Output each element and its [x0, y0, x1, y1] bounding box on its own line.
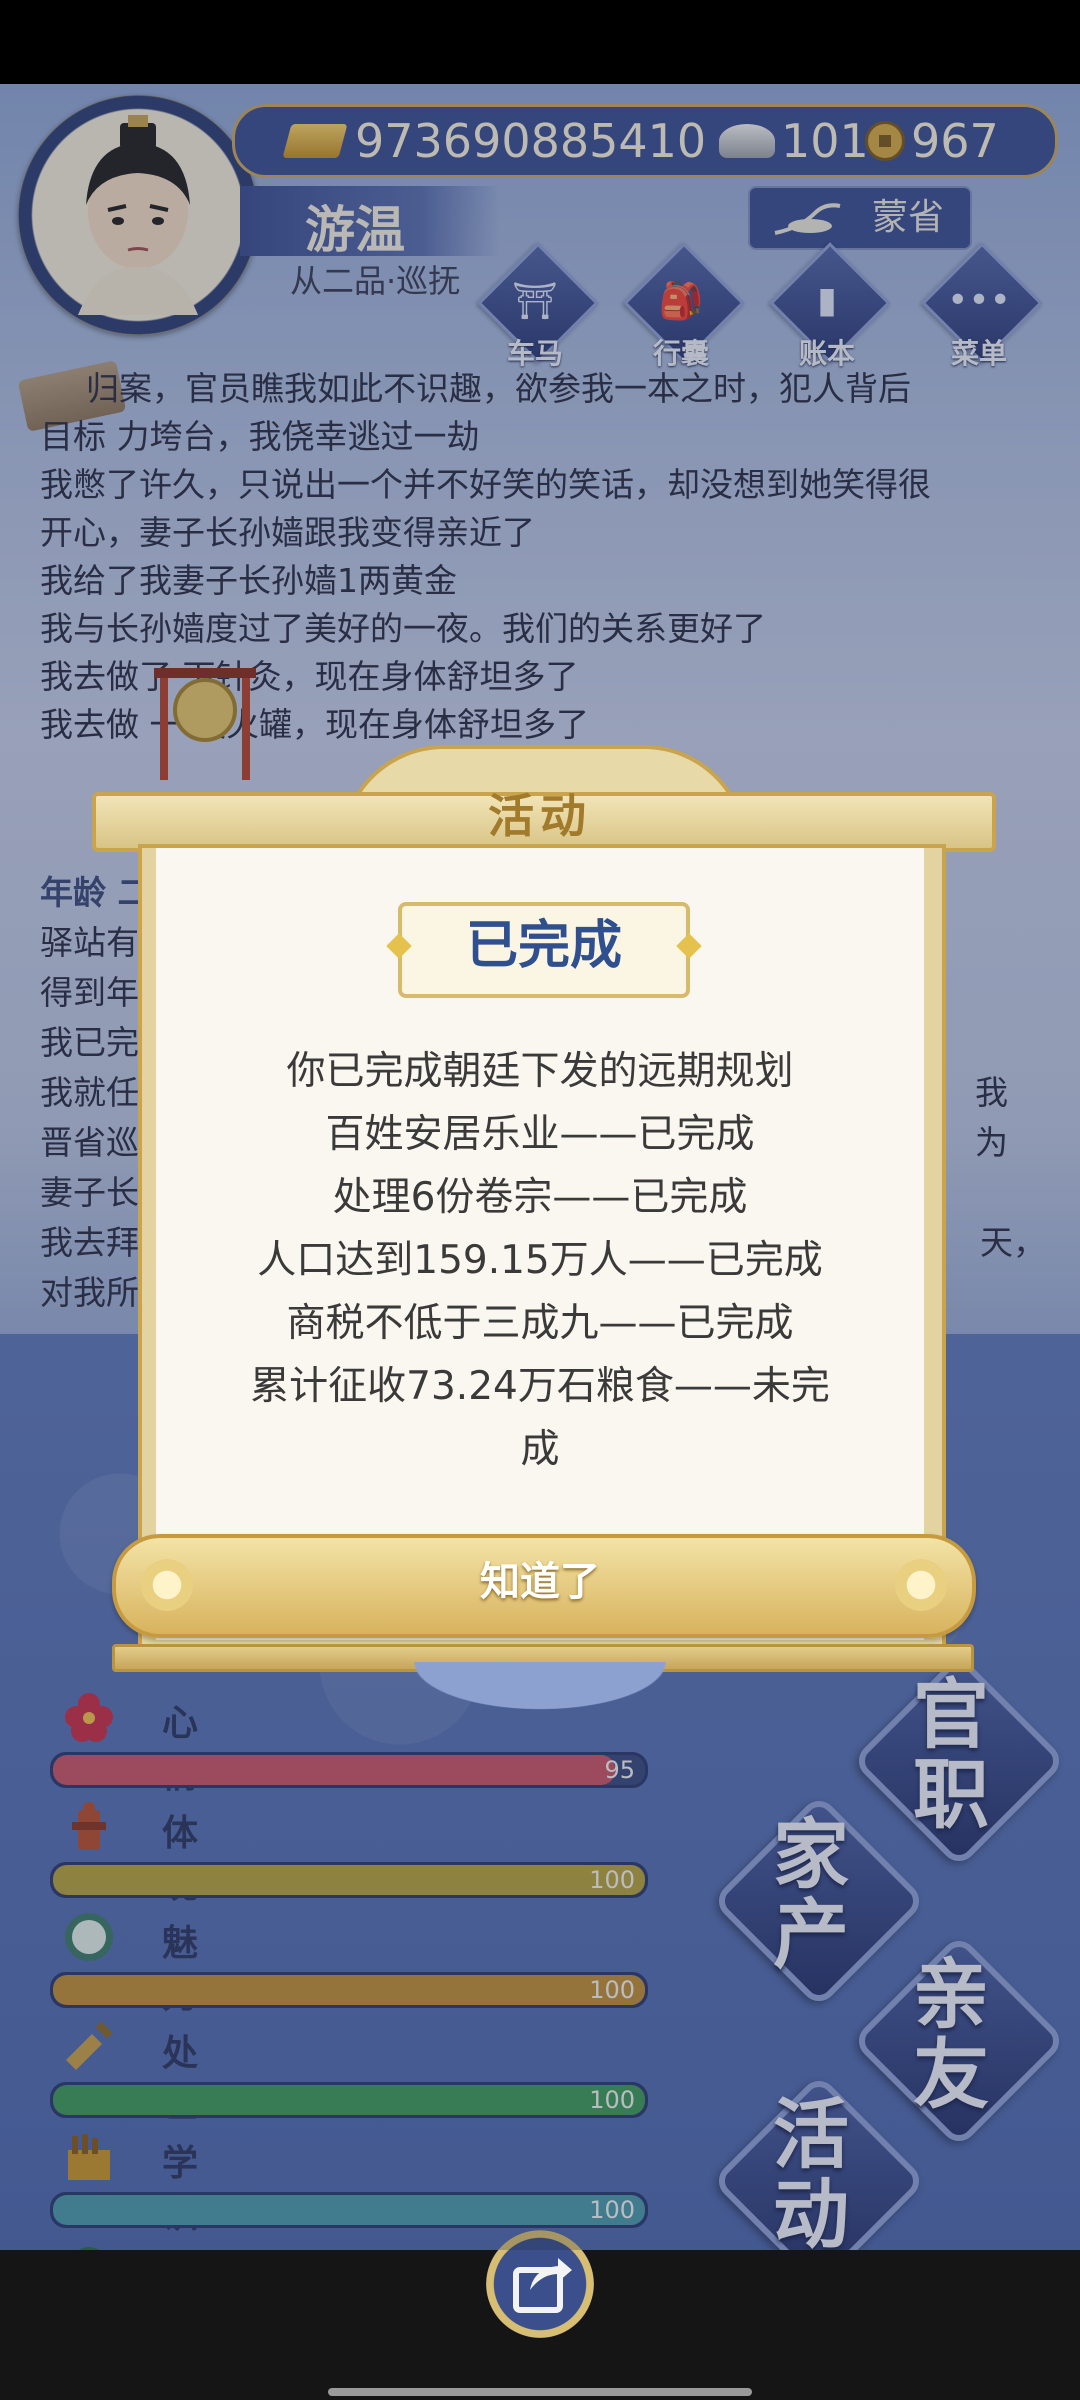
- message-line: 你已完成朝廷下发的远期规划: [286, 1049, 794, 1094]
- modal-message: 你已完成朝廷下发的远期规划 百姓安居乐业——已完成 处理6份卷宗——已完成 人口…: [180, 1040, 900, 1481]
- message-line: 处理6份卷宗——已完成: [332, 1175, 748, 1220]
- status-badge-label: 已完成: [465, 916, 622, 976]
- cloud-ornament-icon: [380, 1662, 700, 1722]
- ok-button-label[interactable]: 知道了: [112, 1548, 968, 1616]
- message-line: 商税不低于三成九——已完成: [286, 1301, 794, 1346]
- message-line: 人口达到159.15万人——已完成: [257, 1238, 823, 1283]
- status-bar: [0, 0, 1080, 84]
- message-line: 成: [520, 1427, 560, 1472]
- home-indicator[interactable]: [328, 2388, 752, 2396]
- modal-title: 活动: [488, 789, 592, 843]
- message-line: 百姓安居乐业——已完成: [325, 1112, 755, 1157]
- message-line: 累计征收73.24万石粮食——未完: [250, 1364, 830, 1409]
